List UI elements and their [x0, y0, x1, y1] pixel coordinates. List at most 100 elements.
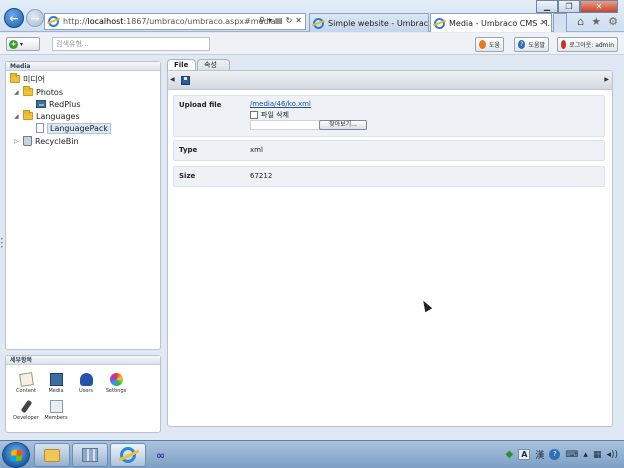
visual-studio-icon[interactable]: ∞	[156, 449, 165, 462]
tree-item-languages[interactable]: ◢ Languages	[14, 110, 80, 122]
plus-icon: +	[9, 39, 18, 49]
address-tools: ⚲ ▾ ▤ ↻ ✕	[259, 16, 302, 25]
search-icon[interactable]: ⚲	[259, 16, 265, 25]
section-settings[interactable]: Settings	[103, 373, 129, 394]
media-icon	[49, 373, 63, 386]
dropdown-icon: ▾	[20, 40, 24, 48]
type-row: Type xml	[173, 140, 605, 161]
internet-explorer-icon	[120, 447, 136, 463]
type-value: xml	[250, 146, 263, 154]
input-method-icon[interactable]: A	[518, 449, 531, 460]
logout-button[interactable]: 로그아웃: admin	[557, 37, 618, 52]
logout-label: 로그아웃: admin	[569, 42, 614, 49]
windows-logo-icon	[10, 450, 23, 461]
section-developer[interactable]: Developer	[13, 399, 39, 421]
close-icon[interactable]: ✕	[540, 18, 547, 27]
tree-item-label: RecycleBin	[35, 136, 79, 146]
delete-checkbox[interactable]	[250, 111, 258, 119]
forward-button[interactable]: →	[26, 9, 44, 27]
refresh-icon[interactable]: ↻	[286, 16, 293, 25]
section-content[interactable]: Content	[13, 372, 39, 394]
file-icon	[36, 123, 44, 133]
section-label: Members	[44, 415, 68, 421]
tree-item-recyclebin[interactable]: ▷ RecycleBin	[14, 135, 79, 147]
maximize-button[interactable]: ❐	[558, 0, 580, 13]
folder-icon	[23, 110, 33, 120]
users-icon	[79, 373, 93, 386]
taskbar-explorer[interactable]	[34, 443, 70, 467]
stop-icon[interactable]: ✕	[295, 16, 302, 25]
start-button[interactable]	[2, 442, 30, 468]
keyboard-icon[interactable]: ⌨	[565, 450, 578, 460]
media-tree-panel: Media 미디어 ◢ Photos RedPlus ◢ Languages L…	[5, 61, 161, 350]
tree-item-label-selected: LanguagePack	[47, 122, 111, 134]
search-input[interactable]	[52, 37, 210, 51]
section-label: Developer	[13, 415, 39, 421]
tree-item-redplus[interactable]: RedPlus	[36, 98, 80, 110]
tab-label: Media - Umbraco CMS - l...	[449, 18, 552, 28]
tree-root-label: 미디어	[23, 74, 46, 84]
about-button[interactable]: ? 도움말	[514, 37, 549, 52]
favorites-icon[interactable]: ★	[591, 15, 601, 28]
delete-label: 파일 삭제	[261, 111, 289, 119]
delete-file-option: 파일 삭제	[250, 110, 289, 120]
info-icon: ?	[518, 40, 526, 49]
section-label: Users	[78, 388, 93, 394]
editor-toolbar: ◀ ▶	[168, 71, 612, 90]
tree-item-label: Languages	[36, 111, 80, 121]
network-icon[interactable]: ▦	[593, 450, 602, 460]
browser-tab-2[interactable]: Media - Umbraco CMS - l... ✕	[430, 13, 552, 32]
compat-view-icon[interactable]: ▤	[275, 16, 283, 25]
scroll-right-icon[interactable]: ▶	[604, 76, 609, 83]
umbraco-topbar: + ▾ 도움 ? 도움말 로그아웃: admin	[0, 33, 624, 55]
taskbar-app[interactable]	[72, 443, 108, 467]
hanja-icon[interactable]: 漢	[535, 448, 544, 461]
section-label: Media	[48, 388, 64, 394]
ie-page-icon	[313, 17, 324, 29]
tree-item-photos[interactable]: ◢ Photos	[14, 86, 63, 98]
browse-button[interactable]: 찾아보기...	[319, 120, 367, 130]
new-tab-button[interactable]	[553, 13, 567, 32]
collapsed-arrow-icon[interactable]: ▷	[14, 138, 20, 145]
expanded-arrow-icon[interactable]: ◢	[14, 89, 20, 96]
minimize-button[interactable]: ▁	[536, 0, 558, 13]
image-icon	[36, 100, 46, 108]
size-label: Size	[179, 172, 196, 180]
window-controls: ▁ ❐ ✕	[536, 0, 618, 13]
file-link[interactable]: /media/46/ko.xml	[250, 100, 311, 108]
developer-icon	[20, 399, 32, 414]
dropdown-icon[interactable]: ▾	[268, 16, 272, 25]
tray-expand-icon[interactable]: ▴	[583, 450, 588, 460]
recycle-bin-icon	[23, 136, 32, 146]
tree-item-languagepack[interactable]: LanguagePack	[36, 122, 111, 134]
browser-chrome: ← → http://localhost:1867/umbraco/umbrac…	[0, 0, 624, 32]
gear-icon[interactable]: ⚙	[608, 15, 618, 28]
folder-icon	[10, 73, 20, 83]
language-icon[interactable]: ◆	[505, 449, 513, 460]
help-button[interactable]: 도움	[475, 37, 504, 52]
browser-tab-1[interactable]: Simple website - Umbraco C...	[309, 13, 429, 32]
create-button[interactable]: + ▾	[6, 37, 40, 51]
settings-icon	[109, 373, 123, 386]
logout-icon	[561, 40, 567, 49]
help-label: 도움	[488, 42, 500, 49]
content-icon	[18, 372, 34, 387]
home-icon[interactable]: ⌂	[577, 15, 584, 28]
ie-page-icon	[48, 16, 59, 27]
save-icon[interactable]	[181, 76, 190, 85]
scroll-left-icon[interactable]: ◀	[170, 76, 175, 83]
back-button[interactable]: ←	[4, 8, 24, 28]
section-media[interactable]: Media	[43, 373, 69, 394]
tree-root[interactable]: 미디어	[10, 73, 45, 85]
section-users[interactable]: Users	[73, 373, 99, 394]
address-bar[interactable]: http://localhost:1867/umbraco/umbraco.as…	[44, 13, 306, 30]
window-close-button[interactable]: ✕	[580, 0, 618, 13]
volume-icon[interactable]: ◂))	[606, 450, 618, 460]
help-icon[interactable]: ?	[549, 449, 561, 460]
upload-label: Upload file	[179, 101, 222, 109]
expanded-arrow-icon[interactable]: ◢	[14, 113, 20, 120]
type-label: Type	[179, 146, 198, 154]
splitter-handle[interactable]: • • •	[0, 237, 5, 251]
section-members[interactable]: Members	[43, 400, 69, 421]
taskbar-ie[interactable]	[110, 443, 146, 467]
